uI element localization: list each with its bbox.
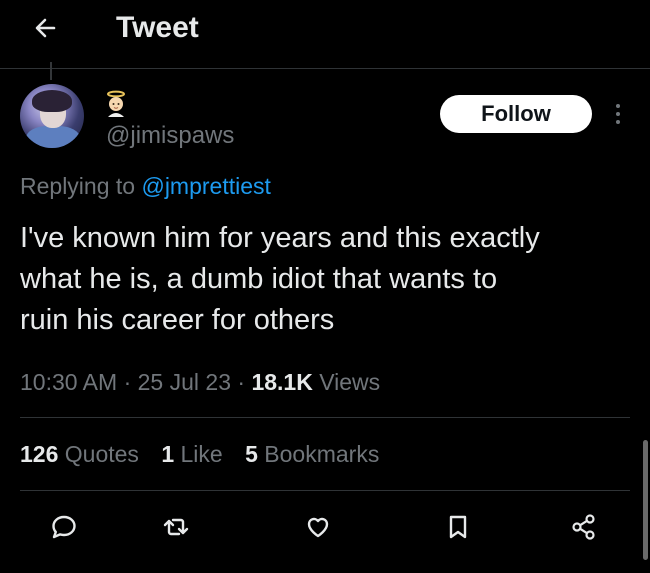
likes-count: 1 — [161, 441, 175, 467]
meta-separator: · — [231, 369, 252, 395]
likes-label: Like — [180, 441, 223, 467]
views-label: Views — [312, 369, 381, 395]
replying-to-link[interactable]: @jmprettiest — [141, 173, 270, 199]
tweet-date[interactable]: 25 Jul 23 — [138, 369, 231, 395]
tweet-stats: 126 Quotes 1 Like 5 Bookmarks — [20, 440, 395, 468]
divider — [20, 490, 630, 491]
tweet-time[interactable]: 10:30 AM — [20, 369, 117, 395]
divider — [20, 417, 630, 418]
bookmark-icon[interactable] — [440, 509, 476, 545]
scrollbar[interactable] — [643, 440, 648, 560]
more-options-icon[interactable] — [608, 100, 628, 128]
quotes-label: Quotes — [64, 441, 139, 467]
tweet-line: what he is, a dumb idiot that wants to — [20, 263, 498, 295]
tweet-text: I've known him for years and this exactl… — [20, 218, 640, 341]
avatar[interactable] — [20, 84, 84, 148]
action-bar — [0, 505, 650, 549]
replying-to: Replying to @jmprettiest — [20, 172, 271, 200]
likes-stat[interactable]: 1 Like — [161, 441, 222, 467]
bookmarks-label: Bookmarks — [264, 441, 380, 467]
follow-button[interactable]: Follow — [440, 95, 592, 133]
bookmarks-stat[interactable]: 5 Bookmarks — [245, 441, 379, 467]
reply-icon[interactable] — [46, 509, 82, 545]
angel-baby-emoji-icon — [104, 90, 128, 118]
tweet-line: ruin his career for others — [20, 304, 335, 336]
like-heart-icon[interactable] — [300, 509, 336, 545]
replying-prefix: Replying to — [20, 173, 142, 199]
bookmarks-count: 5 — [245, 441, 258, 467]
tweet-meta: 10:30 AM · 25 Jul 23 · 18.1K Views — [20, 368, 380, 396]
thread-connector-line — [50, 62, 52, 80]
share-icon[interactable] — [566, 509, 602, 545]
quotes-stat[interactable]: 126 Quotes — [20, 441, 139, 467]
tweet-line: I've known him for years and this exactl… — [20, 222, 540, 254]
retweet-icon[interactable] — [158, 509, 194, 545]
views-count: 18.1K — [251, 369, 313, 395]
meta-separator: · — [117, 369, 138, 395]
back-arrow-icon[interactable] — [28, 10, 64, 46]
author-handle[interactable]: @jimispaws — [106, 122, 234, 150]
quotes-count: 126 — [20, 441, 59, 467]
top-bar: Tweet — [0, 0, 650, 69]
page-title: Tweet — [116, 11, 199, 44]
